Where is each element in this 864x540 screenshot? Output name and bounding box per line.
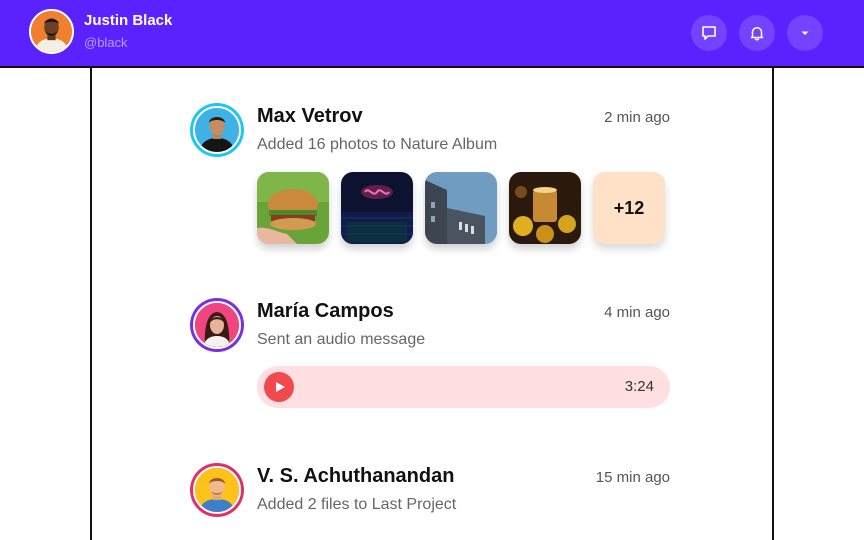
bell-icon bbox=[750, 27, 764, 41]
profile-avatar[interactable] bbox=[29, 9, 74, 54]
photo-gallery: +12 bbox=[257, 172, 665, 244]
more-photos-button[interactable]: +12 bbox=[593, 172, 665, 244]
play-button[interactable] bbox=[264, 372, 294, 402]
play-icon bbox=[276, 382, 285, 392]
timestamp: 2 min ago bbox=[604, 109, 670, 126]
timestamp: 4 min ago bbox=[604, 304, 670, 321]
timestamp: 15 min ago bbox=[595, 469, 670, 486]
neon-sign-photo[interactable] bbox=[341, 172, 413, 244]
content-frame-right-border bbox=[772, 68, 774, 540]
notifications-button[interactable] bbox=[739, 15, 775, 51]
activity-text: Added 16 photos to Nature Album bbox=[257, 136, 498, 153]
burger-photo[interactable] bbox=[257, 172, 329, 244]
top-bar bbox=[0, 0, 864, 66]
activity-text: Added 2 files to Last Project bbox=[257, 496, 457, 513]
user-name[interactable]: María Campos bbox=[257, 300, 394, 323]
header-divider bbox=[0, 66, 864, 68]
messages-button[interactable] bbox=[691, 15, 727, 51]
user-name[interactable]: Max Vetrov bbox=[257, 105, 363, 128]
content-frame-left-border bbox=[90, 68, 92, 540]
building-photo[interactable] bbox=[425, 172, 497, 244]
profile-handle: @black bbox=[84, 35, 128, 50]
user-name[interactable]: V. S. Achuthanandan bbox=[257, 465, 454, 488]
user-avatar[interactable] bbox=[190, 103, 244, 157]
menu-dropdown-button[interactable] bbox=[787, 15, 823, 51]
audio-duration: 3:24 bbox=[624, 378, 654, 395]
caret-down-icon bbox=[801, 31, 809, 35]
message-icon bbox=[702, 26, 716, 40]
drinks-photo[interactable] bbox=[509, 172, 581, 244]
user-avatar[interactable] bbox=[190, 463, 244, 517]
activity-text: Sent an audio message bbox=[257, 331, 426, 348]
user-avatar[interactable] bbox=[190, 298, 244, 352]
audio-message-player[interactable]: 3:24 bbox=[257, 366, 670, 408]
profile-name: Justin Black bbox=[84, 12, 173, 29]
